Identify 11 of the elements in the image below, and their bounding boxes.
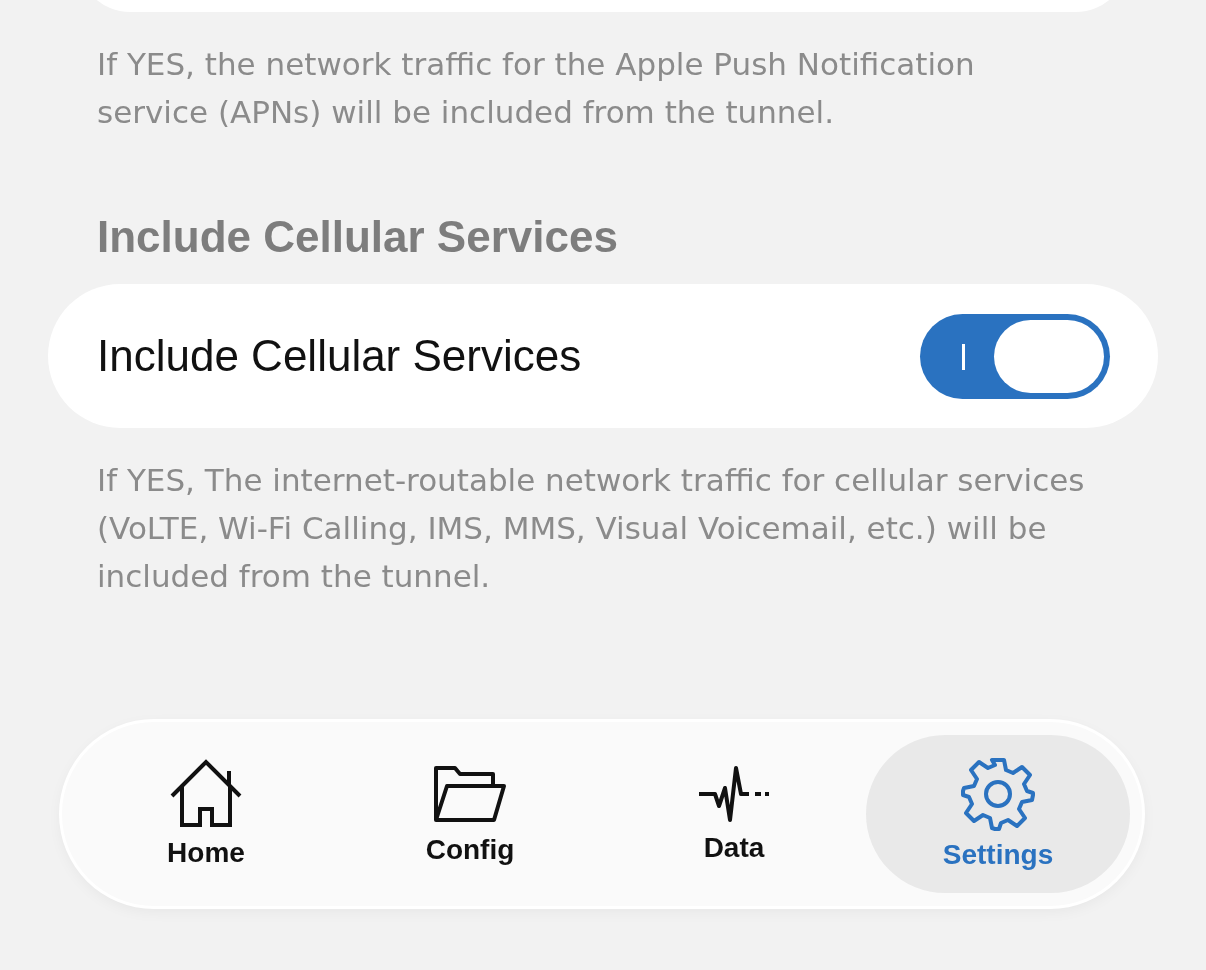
section-footer: If YES, the network traffic for the Apple Push Notification service (APNs) will be included from the tunnel.	[0, 40, 1206, 136]
section-header: Include Cellular Services	[96, 212, 619, 262]
tab-item[interactable]: Settings	[866, 735, 1130, 893]
tab-item[interactable]: Config	[338, 735, 602, 893]
pulse-icon	[697, 764, 771, 824]
section-footer: If YES, The internet-routable network traffic for cellular services (VoLTE, Wi-Fi Calling, IMS, MMS, Visual Voicemail, etc.) will be included from the tunnel.	[0, 456, 1206, 600]
row-label: Include Cellular Services	[97, 331, 582, 381]
tab-item[interactable]: Data	[602, 735, 866, 893]
settings-icon	[961, 757, 1035, 831]
house-icon	[169, 759, 243, 829]
tab-item[interactable]: Home	[74, 735, 338, 893]
